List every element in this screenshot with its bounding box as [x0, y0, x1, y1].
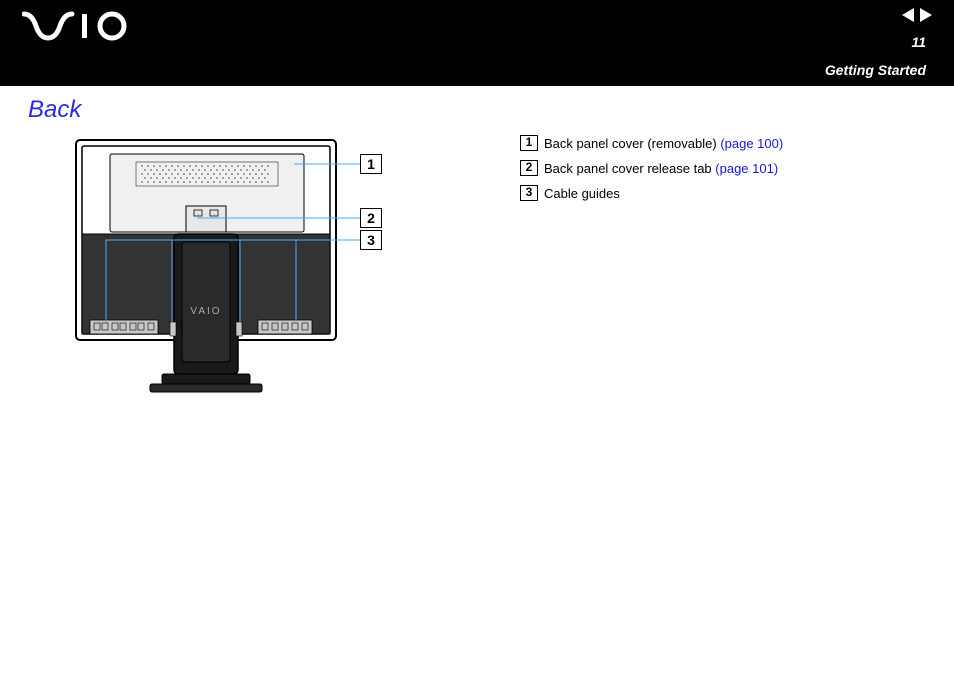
legend-row: 2 Back panel cover release tab (page 101… — [520, 159, 783, 180]
legend-text: Back panel cover release tab — [544, 161, 715, 176]
prev-page-arrow-icon[interactable] — [902, 8, 914, 22]
vaio-logo — [22, 10, 142, 49]
callout-1-box: 1 — [360, 154, 382, 174]
next-page-arrow-icon[interactable] — [920, 8, 932, 22]
section-title: Getting Started — [825, 62, 926, 78]
legend-text: Back panel cover (removable) — [544, 136, 720, 151]
back-diagram: VAIO — [66, 134, 386, 404]
legend-row: 3 Cable guides — [520, 184, 783, 205]
callout-2-box: 2 — [360, 208, 382, 228]
page-title: Back — [28, 96, 81, 124]
legend-row: 1 Back panel cover (removable) (page 100… — [520, 134, 783, 155]
nav-arrows — [902, 8, 932, 22]
legend: 1 Back panel cover (removable) (page 100… — [520, 134, 783, 208]
legend-num-1: 1 — [520, 135, 538, 151]
header-bar: 11 Getting Started — [0, 0, 954, 86]
page-number: 11 — [911, 34, 926, 50]
legend-text: Cable guides — [544, 186, 620, 201]
legend-num-3: 3 — [520, 185, 538, 201]
svg-text:VAIO: VAIO — [190, 306, 221, 317]
legend-link-page-101[interactable]: (page 101) — [715, 161, 778, 176]
legend-link-page-100[interactable]: (page 100) — [720, 136, 783, 151]
callout-3-box: 3 — [360, 230, 382, 250]
legend-num-2: 2 — [520, 160, 538, 176]
